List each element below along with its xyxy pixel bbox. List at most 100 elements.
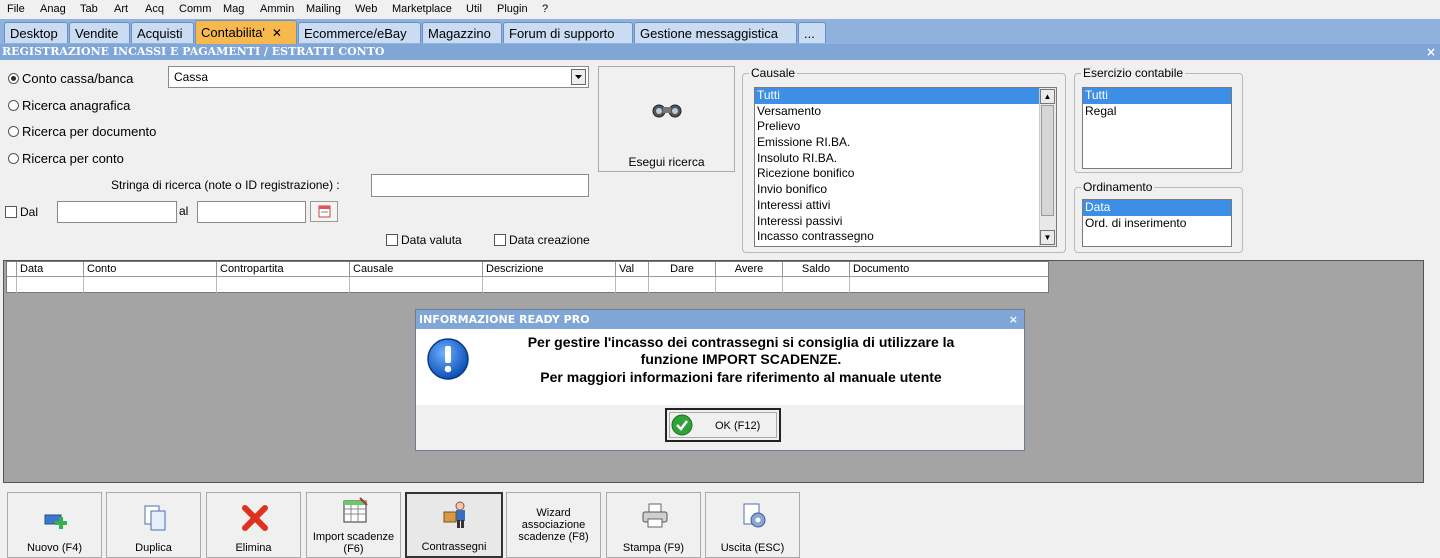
grid-cell[interactable] [84, 277, 217, 293]
radio-conto-cassa[interactable]: Conto cassa/banca [8, 71, 133, 87]
grid-cell[interactable] [716, 277, 783, 293]
col-causale[interactable]: Causale [350, 262, 483, 277]
chevron-down-icon[interactable] [571, 69, 586, 85]
ordinamento-list-item[interactable]: Ord. di inserimento [1083, 216, 1231, 232]
window-close-icon[interactable]: × [1426, 44, 1436, 60]
radio-ricerca-conto[interactable]: Ricerca per conto [8, 151, 124, 167]
results-grid[interactable]: Data Conto Contropartita Causale Descriz… [6, 261, 1049, 293]
causale-list[interactable]: Tutti Versamento Prelievo Emissione RI.BA. I… [754, 87, 1057, 247]
tab-acquisti[interactable]: Acquisti [131, 22, 194, 43]
menu-art[interactable]: Art [114, 3, 128, 15]
menu-anag[interactable]: Anag [40, 3, 66, 15]
grid-cell[interactable] [217, 277, 350, 293]
tab-ecommerce[interactable]: Ecommerce/eBay [298, 22, 421, 43]
conto-select-value: Cassa [174, 70, 209, 84]
data-valuta-checkbox[interactable]: Data valuta [386, 233, 462, 247]
menu-ammin[interactable]: Ammin [260, 3, 294, 15]
tab-forum[interactable]: Forum di supporto [503, 22, 633, 43]
col-descrizione[interactable]: Descrizione [483, 262, 616, 277]
menu-mailing[interactable]: Mailing [306, 3, 341, 15]
checkbox-box [494, 234, 506, 246]
causale-list-item[interactable]: Emissione RI.BA. [755, 135, 1056, 151]
duplica-button[interactable]: Duplica [106, 492, 201, 558]
menu-marketplace[interactable]: Marketplace [392, 3, 452, 15]
menu-util[interactable]: Util [466, 3, 482, 15]
grid-cell[interactable] [783, 277, 850, 293]
scroll-down-icon[interactable]: ▼ [1040, 230, 1055, 245]
grid-cell[interactable] [483, 277, 616, 293]
dal-checkbox[interactable]: Dal [5, 205, 38, 219]
add-icon [44, 514, 67, 529]
esercizio-list-item[interactable]: Tutti [1083, 88, 1231, 104]
causale-list-item[interactable]: Invio bonifico [755, 182, 1056, 198]
causale-scrollbar[interactable]: ▲ ▼ [1039, 88, 1056, 246]
menu-comm[interactable]: Comm [179, 3, 211, 15]
uscita-button[interactable]: Uscita (ESC) [705, 492, 800, 558]
tab-messaggistica[interactable]: Gestione messaggistica [634, 22, 797, 43]
tab-desktop[interactable]: Desktop [4, 22, 68, 43]
causale-list-item[interactable]: Insoluto RI.BA. [755, 151, 1056, 167]
col-saldo[interactable]: Saldo [783, 262, 850, 277]
col-documento[interactable]: Documento [850, 262, 1048, 277]
dialog-close-icon[interactable]: × [1009, 310, 1018, 329]
menu-tab[interactable]: Tab [80, 3, 98, 15]
ordinamento-list-item[interactable]: Data [1083, 200, 1231, 216]
stampa-button[interactable]: Stampa (F9) [606, 492, 701, 558]
esegui-ricerca-button[interactable]: Esegui ricerca [598, 66, 735, 172]
dal-date-input[interactable] [57, 201, 177, 223]
tab-magazzino[interactable]: Magazzino [422, 22, 502, 43]
menu-mag[interactable]: Mag [223, 3, 244, 15]
al-date-input[interactable] [197, 201, 306, 223]
menu-web[interactable]: Web [355, 3, 377, 15]
radio-ricerca-documento[interactable]: Ricerca per documento [8, 124, 156, 140]
import-scadenze-button[interactable]: Import scadenze (F6) [306, 492, 401, 558]
info-exclamation-icon [427, 338, 469, 380]
menu-acq[interactable]: Acq [145, 3, 164, 15]
col-contropartita[interactable]: Contropartita [217, 262, 350, 277]
menu-file[interactable]: File [7, 3, 25, 15]
tab-more[interactable]: ... [798, 22, 826, 43]
check-icon [671, 414, 693, 436]
causale-title: Causale [749, 66, 798, 80]
col-data[interactable]: Data [17, 262, 84, 277]
ok-button[interactable]: OK (F12) [665, 408, 781, 442]
elimina-button[interactable]: Elimina [206, 492, 301, 558]
col-conto[interactable]: Conto [84, 262, 217, 277]
nuovo-button[interactable]: Nuovo (F4) [7, 492, 102, 558]
scroll-thumb[interactable] [1041, 105, 1054, 216]
grid-cell[interactable] [350, 277, 483, 293]
stringa-input[interactable] [371, 174, 589, 197]
tab-close-icon[interactable]: ✕ [272, 26, 282, 40]
col-avere[interactable]: Avere [716, 262, 783, 277]
menu-help[interactable]: ? [542, 3, 548, 15]
wizard-associazione-button[interactable]: Wizard associazione scadenze (F8) [506, 492, 601, 558]
col-val[interactable]: Val [616, 262, 649, 277]
conto-select[interactable]: Cassa [168, 66, 589, 88]
menu-plugin[interactable]: Plugin [497, 3, 528, 15]
esercizio-list-item[interactable]: Regal [1083, 104, 1231, 120]
causale-list-item[interactable]: Ricezione bonifico [755, 166, 1056, 182]
grid-cell[interactable] [850, 277, 1048, 293]
grid-cell [7, 277, 17, 293]
radio-ricerca-anagrafica[interactable]: Ricerca anagrafica [8, 98, 130, 114]
calendar-button[interactable] [310, 201, 338, 222]
contrassegni-button[interactable]: Contrassegni [405, 492, 503, 558]
causale-list-item[interactable]: Interessi passivi [755, 214, 1056, 230]
scroll-up-icon[interactable]: ▲ [1040, 89, 1055, 104]
grid-cell[interactable] [616, 277, 649, 293]
tab-vendite[interactable]: Vendite [69, 22, 130, 43]
causale-list-item[interactable]: Incasso contrassegno [755, 229, 1056, 245]
esercizio-list[interactable]: Tutti Regal [1082, 87, 1232, 169]
causale-list-item[interactable]: Versamento [755, 104, 1056, 120]
ordinamento-list[interactable]: Data Ord. di inserimento [1082, 199, 1232, 247]
col-dare[interactable]: Dare [649, 262, 716, 277]
tab-contabilita[interactable]: Contabilita' ✕ [195, 20, 297, 44]
duplicate-icon [144, 505, 166, 531]
grid-cell[interactable] [649, 277, 716, 293]
ordinamento-title: Ordinamento [1081, 180, 1155, 194]
causale-list-item[interactable]: Interessi attivi [755, 198, 1056, 214]
data-creazione-checkbox[interactable]: Data creazione [494, 233, 590, 247]
causale-list-item[interactable]: Tutti [755, 88, 1056, 104]
grid-cell[interactable] [17, 277, 84, 293]
causale-list-item[interactable]: Prelievo [755, 119, 1056, 135]
